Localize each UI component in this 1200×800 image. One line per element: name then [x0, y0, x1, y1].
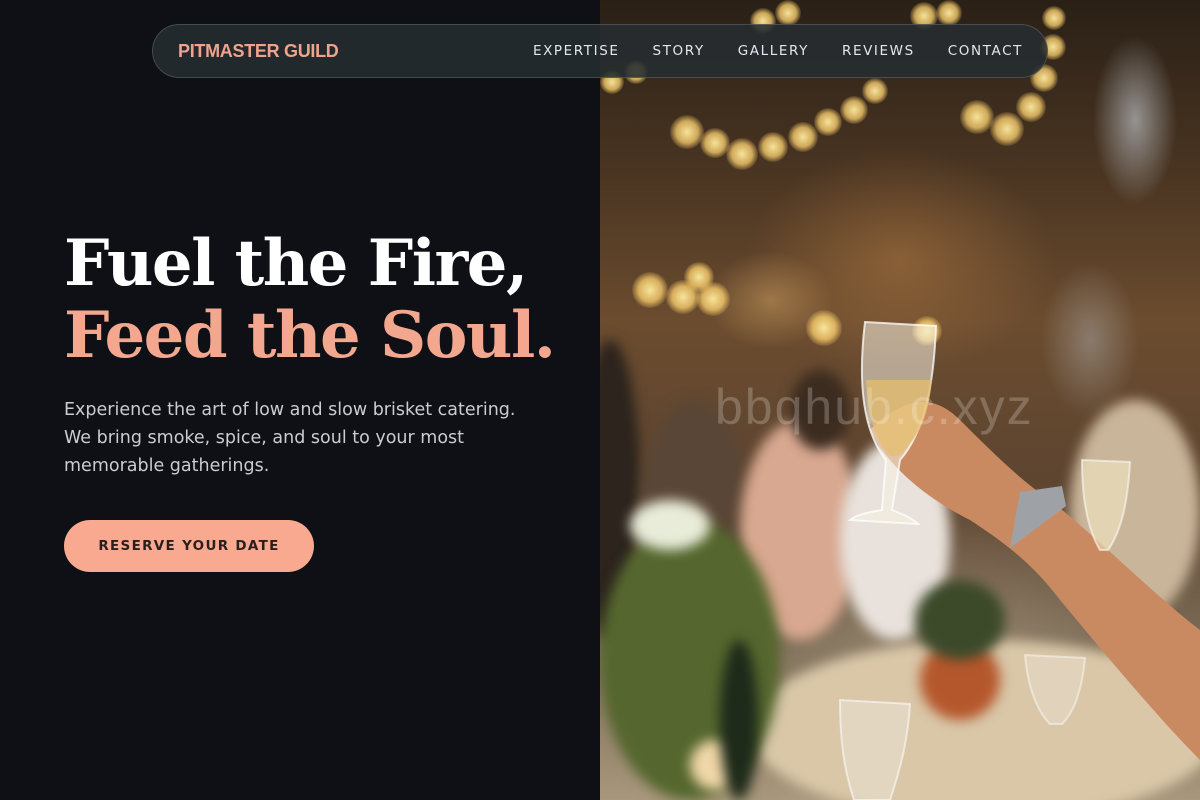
- reserve-date-button[interactable]: RESERVE YOUR DATE: [64, 520, 314, 572]
- brand-logo[interactable]: PITMASTER GUILD: [178, 41, 339, 62]
- nav-link-contact[interactable]: CONTACT: [948, 43, 1023, 59]
- headline-line-2: Feed the Soul.: [64, 298, 556, 373]
- nav-links: EXPERTISE STORY GALLERY REVIEWS CONTACT: [533, 43, 1023, 59]
- watermark: bbqhub.c.xyz: [715, 379, 1034, 435]
- hero-description: Experience the art of low and slow brisk…: [64, 400, 516, 476]
- hero-headline: Fuel the Fire, Feed the Soul.: [64, 226, 556, 373]
- nav-link-story[interactable]: STORY: [653, 43, 705, 59]
- headline-line-1: Fuel the Fire,: [64, 226, 528, 301]
- top-navbar: PITMASTER GUILD EXPERTISE STORY GALLERY …: [152, 24, 1048, 78]
- nav-link-expertise[interactable]: EXPERTISE: [533, 43, 620, 59]
- nav-link-gallery[interactable]: GALLERY: [738, 43, 809, 59]
- nav-link-reviews[interactable]: REVIEWS: [842, 43, 915, 59]
